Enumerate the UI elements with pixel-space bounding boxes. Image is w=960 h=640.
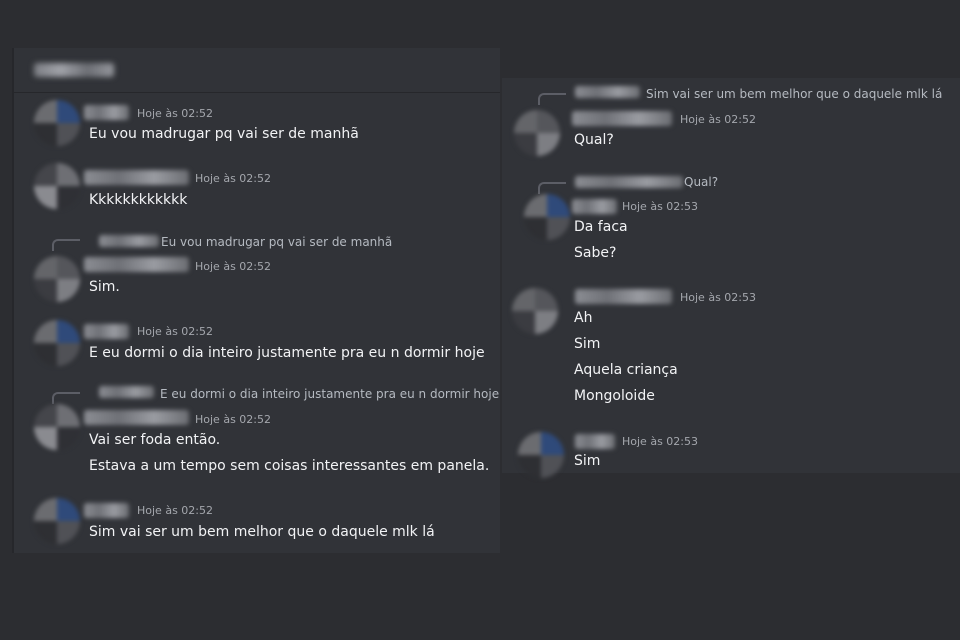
avatar[interactable]: [34, 100, 80, 146]
message-text: Ah: [574, 310, 593, 326]
message-timestamp: Hoje às 02:52: [137, 107, 213, 120]
reply-connector: [538, 182, 566, 194]
message-timestamp: Hoje às 02:53: [680, 291, 756, 304]
message-timestamp: Hoje às 02:52: [195, 413, 271, 426]
message-timestamp: Hoje às 02:53: [622, 200, 698, 213]
username-blurred[interactable]: [84, 170, 189, 185]
message-clip: Sim: [574, 452, 634, 469]
message-text: Qual?: [574, 132, 614, 148]
reply-connector: [52, 392, 80, 404]
reply-preview-text[interactable]: E eu dormi o dia inteiro justamente pra …: [160, 387, 499, 401]
header-divider: [14, 92, 500, 93]
username-blurred[interactable]: [84, 257, 189, 272]
username-blurred[interactable]: [84, 105, 129, 120]
message-timestamp: Hoje às 02:52: [680, 113, 756, 126]
left-chat-panel: Hoje às 02:52 Eu vou madrugar pq vai ser…: [12, 48, 500, 553]
message-text: Sim vai ser um bem melhor que o daquele …: [89, 524, 435, 540]
avatar[interactable]: [518, 432, 564, 478]
message-text-continued: Sabe?: [574, 245, 617, 261]
avatar[interactable]: [34, 498, 80, 544]
avatar[interactable]: [514, 110, 560, 156]
reply-username-blurred[interactable]: [99, 386, 154, 398]
username-blurred[interactable]: [575, 434, 615, 449]
message-timestamp: Hoje às 02:52: [137, 325, 213, 338]
username-blurred[interactable]: [572, 111, 672, 126]
channel-header-blurred: [34, 63, 114, 77]
message-timestamp: Hoje às 02:53: [622, 435, 698, 448]
avatar[interactable]: [34, 256, 80, 302]
reply-connector: [52, 239, 80, 251]
message-text-continued: Aquela criança: [574, 362, 678, 378]
username-blurred[interactable]: [84, 324, 129, 339]
username-blurred[interactable]: [84, 410, 189, 425]
reply-username-blurred[interactable]: [99, 235, 159, 247]
username-blurred[interactable]: [575, 289, 672, 304]
avatar[interactable]: [512, 288, 558, 334]
message-text-continued: Estava a um tempo sem coisas interessant…: [89, 458, 490, 474]
avatar[interactable]: [34, 320, 80, 366]
message-text-continued: Mongoloide: [574, 388, 655, 404]
reply-preview-text[interactable]: Eu vou madrugar pq vai ser de manhã: [161, 235, 392, 249]
message-text: Eu vou madrugar pq vai ser de manhã: [89, 126, 359, 142]
message-text: Sim.: [89, 279, 120, 295]
message-text: Vai ser foda então.: [89, 432, 221, 448]
message-text-continued: Sim: [574, 336, 601, 352]
reply-connector: [538, 93, 566, 105]
username-blurred[interactable]: [84, 503, 129, 518]
message-text: E eu dormi o dia inteiro justamente pra …: [89, 345, 485, 361]
avatar[interactable]: [34, 404, 80, 450]
reply-username-blurred[interactable]: [575, 86, 640, 98]
message-text: Sim: [574, 453, 601, 469]
message-text: Da faca: [574, 219, 628, 235]
message-timestamp: Hoje às 02:52: [195, 260, 271, 273]
message-timestamp: Hoje às 02:52: [137, 504, 213, 517]
reply-preview-text[interactable]: Qual?: [684, 175, 718, 189]
message-timestamp: Hoje às 02:52: [195, 172, 271, 185]
right-chat-panel: Sim vai ser um bem melhor que o daquele …: [502, 78, 960, 478]
avatar[interactable]: [34, 163, 80, 209]
username-blurred[interactable]: [572, 199, 617, 214]
avatar[interactable]: [524, 194, 570, 240]
reply-preview-text[interactable]: Sim vai ser um bem melhor que o daquele …: [646, 87, 942, 101]
reply-username-blurred[interactable]: [575, 176, 683, 188]
message-text: Kkkkkkkkkkkk: [89, 192, 188, 208]
